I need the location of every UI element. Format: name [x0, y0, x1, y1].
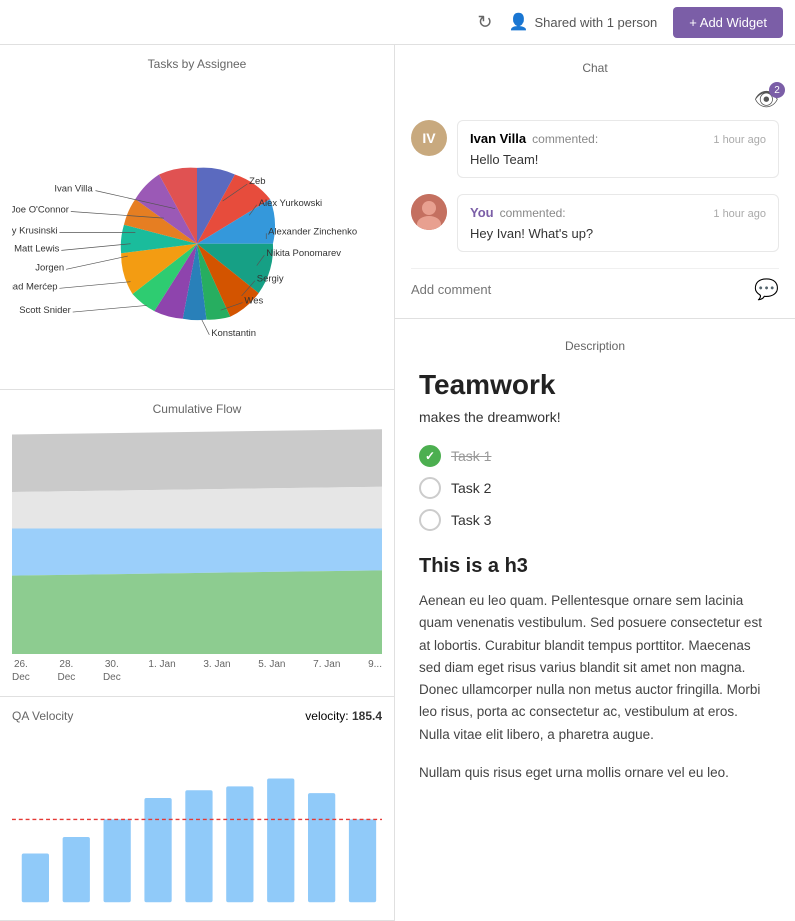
description-h3: This is a h3 [419, 555, 771, 578]
add-widget-button[interactable]: + Add Widget [673, 7, 783, 38]
svg-text:Zeb: Zeb [249, 176, 265, 187]
velocity-number: 185.4 [352, 709, 382, 723]
svg-text:Konstantin: Konstantin [211, 328, 256, 339]
eye-section: 👁 2 [411, 87, 779, 112]
qa-velocity-widget: QA Velocity velocity: 185.4 [0, 697, 394, 921]
pie-chart-svg: Ivan Villa Joe O'Connor Jerry Krusinski … [12, 79, 382, 390]
eye-with-badge[interactable]: 👁 2 [754, 87, 779, 112]
velocity-chart-svg [12, 727, 382, 907]
topbar: ↻ 👤 Shared with 1 person + Add Widget [0, 0, 795, 45]
check-item-2: Task 2 [419, 477, 771, 499]
main-layout: Tasks by Assignee [0, 45, 795, 921]
flow-widget-title: Cumulative Flow [12, 402, 382, 416]
chat-bubble-you: You commented: 1 hour ago Hey Ivan! What… [457, 194, 779, 252]
svg-text:Alex Yurkowski: Alex Yurkowski [259, 198, 323, 209]
check-label-3: Task 3 [451, 512, 491, 528]
pie-chart-container: Ivan Villa Joe O'Connor Jerry Krusinski … [12, 79, 382, 390]
check-item-1: Task 1 [419, 445, 771, 467]
avatar-you-img [411, 194, 447, 230]
description-body1: Aenean eu leo quam. Pellentesque ornare … [419, 590, 771, 746]
description-label: Description [419, 339, 771, 353]
send-comment-icon[interactable]: 💬 [754, 277, 779, 302]
add-comment-area: 💬 [411, 268, 779, 302]
check-circle-1[interactable] [419, 445, 441, 467]
avatar-ivan: IV [411, 120, 447, 156]
chat-text-ivan: Hello Team! [470, 152, 766, 167]
chat-action-ivan: commented: [532, 132, 598, 146]
check-item-3: Task 3 [419, 509, 771, 531]
share-label: Shared with 1 person [534, 15, 657, 30]
chat-author-ivan: Ivan Villa [470, 131, 526, 146]
chat-widget: Chat 👁 2 IV Ivan Villa commented: 1 hour… [395, 45, 795, 319]
check-label-2: Task 2 [451, 480, 491, 496]
chat-author-you: You [470, 205, 494, 220]
flow-x-label: 3. Jan [203, 658, 230, 684]
chat-time-you: 1 hour ago [713, 208, 766, 220]
velocity-header: QA Velocity velocity: 185.4 [12, 709, 382, 723]
eye-badge: 2 [769, 82, 785, 98]
svg-text:Nenad Merćep: Nenad Merćep [12, 281, 58, 292]
chat-message-ivan: IV Ivan Villa commented: 1 hour ago Hell… [411, 120, 779, 178]
svg-text:Matt Lewis: Matt Lewis [14, 243, 60, 254]
share-section: 👤 Shared with 1 person [509, 12, 658, 32]
left-panel: Tasks by Assignee [0, 45, 395, 921]
svg-text:Sergiy: Sergiy [257, 274, 284, 285]
velocity-value: velocity: 185.4 [305, 709, 382, 723]
description-subtitle: makes the dreamwork! [419, 409, 771, 425]
description-heading: Teamwork [419, 369, 771, 401]
svg-text:Jorgen: Jorgen [35, 262, 64, 273]
svg-text:Wes: Wes [244, 296, 263, 307]
chat-meta-you: You commented: 1 hour ago [470, 205, 766, 220]
chat-meta-ivan: Ivan Villa commented: 1 hour ago [470, 131, 766, 146]
right-panel: Chat 👁 2 IV Ivan Villa commented: 1 hour… [395, 45, 795, 921]
flow-x-label: 26.Dec [12, 658, 30, 684]
svg-text:Nikita Ponomarev: Nikita Ponomarev [266, 248, 341, 259]
checklist: Task 1 Task 2 Task 3 [419, 445, 771, 531]
svg-text:Alexander Zinchenko: Alexander Zinchenko [268, 226, 357, 237]
check-label-1: Task 1 [451, 448, 491, 464]
chat-message-you: You commented: 1 hour ago Hey Ivan! What… [411, 194, 779, 252]
velocity-chart-area [12, 727, 382, 907]
flow-x-axis: 26.Dec 28.Dec 30.Dec 1. Jan 3. Jan 5. Ja… [12, 654, 382, 684]
chat-bubble-ivan: Ivan Villa commented: 1 hour ago Hello T… [457, 120, 779, 178]
description-widget: Description Teamwork makes the dreamwork… [395, 319, 795, 820]
chat-title: Chat [411, 61, 779, 75]
check-circle-3[interactable] [419, 509, 441, 531]
chat-text-you: Hey Ivan! What's up? [470, 226, 766, 241]
tasks-widget-title: Tasks by Assignee [12, 57, 382, 71]
description-body2: Nullam quis risus eget urna mollis ornar… [419, 762, 771, 784]
avatar-you [411, 194, 447, 230]
velocity-title: QA Velocity [12, 709, 73, 723]
check-circle-2[interactable] [419, 477, 441, 499]
flow-x-label: 9... [368, 658, 382, 684]
chat-time-ivan: 1 hour ago [713, 134, 766, 146]
flow-chart-area [12, 424, 382, 654]
cumulative-flow-widget: Cumulative Flow 26.Dec 28.Dec 30.Dec 1. … [0, 390, 394, 697]
chat-action-you: commented: [500, 206, 566, 220]
refresh-icon[interactable]: ↻ [477, 12, 492, 33]
svg-text:Ivan Villa: Ivan Villa [54, 184, 93, 195]
flow-x-label: 7. Jan [313, 658, 340, 684]
flow-x-label: 30.Dec [103, 658, 121, 684]
tasks-by-assignee-widget: Tasks by Assignee [0, 45, 394, 390]
flow-x-label: 5. Jan [258, 658, 285, 684]
svg-text:Joe O'Connor: Joe O'Connor [12, 204, 69, 215]
svg-text:Jerry Krusinski: Jerry Krusinski [12, 225, 58, 236]
flow-chart-svg [12, 424, 382, 654]
flow-x-label: 28.Dec [57, 658, 75, 684]
person-icon: 👤 [509, 12, 529, 32]
flow-x-label: 1. Jan [148, 658, 175, 684]
add-comment-input[interactable] [411, 282, 746, 297]
svg-text:Scott Snider: Scott Snider [19, 305, 71, 316]
